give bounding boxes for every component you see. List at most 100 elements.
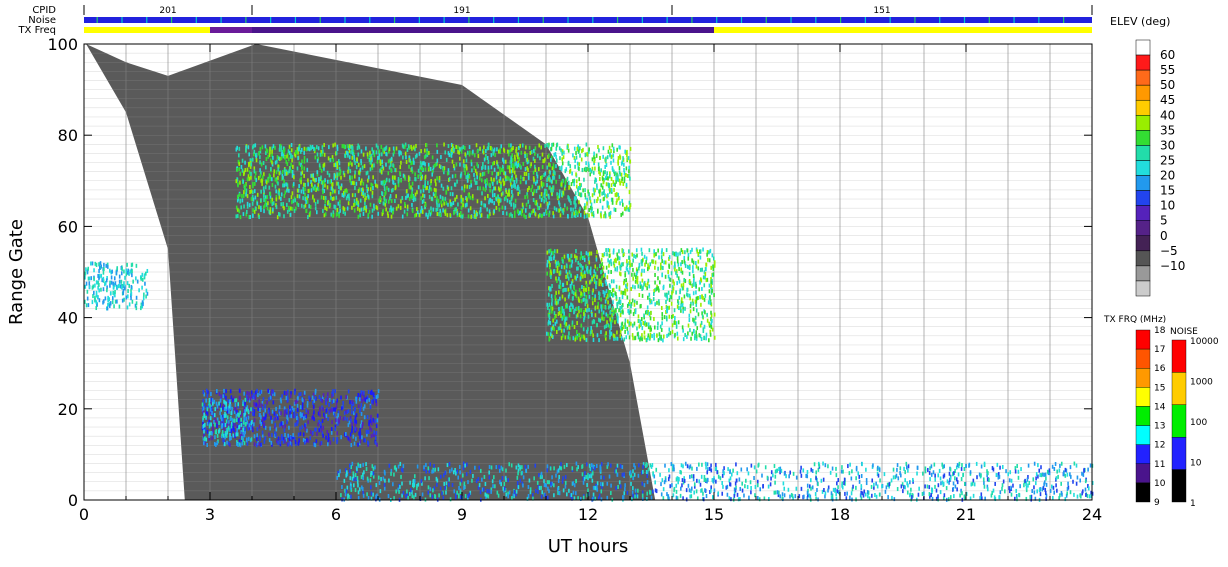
scatter-point — [405, 160, 408, 165]
scatter-point — [360, 411, 363, 416]
scatter-point — [329, 191, 332, 196]
cpid-segment-label: 191 — [453, 6, 470, 16]
scatter-point — [602, 180, 605, 185]
scatter-point — [611, 306, 614, 311]
scatter-point — [250, 407, 252, 412]
scatter-point — [309, 436, 312, 441]
scatter-point — [603, 252, 606, 257]
scatter-point — [561, 294, 564, 299]
scatter-point — [527, 167, 529, 172]
scatter-point — [579, 314, 582, 319]
scatter-point — [612, 300, 614, 305]
range-time-plot: CPIDNoiseTX Freq201 191 151 0 3 6 9 12 15 18 21 24… — [6, 5, 1219, 557]
scatter-point — [409, 480, 411, 485]
scatter-point — [582, 188, 584, 193]
scatter-point — [145, 271, 147, 276]
scatter-point — [235, 214, 238, 219]
scatter-point — [295, 150, 298, 155]
scatter-point — [584, 153, 587, 158]
scatter-point — [587, 286, 590, 291]
scatter-point — [291, 169, 294, 174]
scatter-point — [269, 146, 271, 151]
scatter-point — [566, 264, 568, 269]
scatter-point — [632, 258, 634, 263]
scatter-point — [689, 328, 691, 333]
scatter-point — [370, 160, 372, 165]
scatter-point — [602, 310, 605, 315]
scatter-point — [375, 440, 377, 445]
scatter-point — [295, 399, 298, 404]
scatter-point — [252, 208, 254, 213]
scatter-point — [282, 175, 284, 180]
scatter-point — [939, 476, 942, 481]
scatter-point — [376, 159, 379, 164]
scatter-point — [271, 182, 274, 187]
scatter-point — [815, 470, 818, 475]
scatter-point — [676, 336, 679, 341]
scatter-point — [600, 489, 603, 494]
scatter-point — [444, 209, 446, 214]
scatter-point — [304, 423, 306, 428]
scatter-point — [93, 290, 95, 295]
scatter-point — [631, 272, 633, 277]
scatter-point — [325, 413, 328, 418]
scatter-point — [255, 158, 258, 163]
scatter-point — [298, 392, 300, 397]
scatter-point — [650, 464, 653, 469]
scatter-point — [100, 273, 103, 278]
scatter-point — [467, 214, 470, 219]
scatter-point — [618, 178, 621, 183]
scatter-point — [904, 478, 906, 483]
scatter-point — [331, 408, 333, 413]
scatter-point — [427, 181, 429, 186]
scatter-point — [520, 150, 523, 155]
scatter-point — [621, 309, 624, 314]
scatter-point — [626, 295, 629, 300]
scatter-point — [128, 302, 131, 307]
scatter-point — [526, 157, 529, 162]
scatter-point — [322, 425, 325, 430]
scatter-point — [230, 424, 233, 429]
scatter-point — [555, 164, 557, 169]
scatter-point — [290, 195, 293, 200]
scatter-point — [430, 187, 432, 192]
scatter-point — [269, 174, 272, 179]
scatter-point — [667, 332, 670, 337]
scatter-point — [357, 152, 360, 157]
scatter-point — [555, 276, 557, 281]
scatter-point — [399, 205, 402, 210]
scatter-point — [422, 198, 425, 203]
scatter-point — [473, 172, 475, 177]
scatter-point — [302, 190, 305, 195]
scatter-point — [424, 174, 427, 179]
scatter-point — [346, 144, 349, 149]
scatter-point — [394, 199, 396, 204]
scatter-point — [703, 283, 706, 288]
scatter-point — [88, 281, 91, 286]
scatter-point — [475, 212, 478, 217]
scatter-point — [631, 252, 634, 257]
scatter-point — [338, 190, 340, 195]
scatter-point — [339, 208, 341, 213]
scatter-point — [329, 408, 331, 413]
scatter-point — [456, 179, 458, 184]
scatter-point — [602, 290, 605, 295]
scatter-point — [688, 318, 691, 323]
scatter-point — [488, 489, 490, 494]
scatter-point — [286, 209, 289, 214]
scatter-point — [583, 257, 586, 262]
scatter-point — [407, 175, 410, 180]
scatter-point — [539, 156, 541, 161]
scatter-point — [579, 337, 582, 342]
scatter-point — [270, 440, 273, 445]
scatter-point — [319, 421, 322, 426]
scatter-point — [610, 262, 613, 267]
scatter-point — [425, 212, 427, 217]
scatter-point — [395, 489, 397, 494]
scatter-point — [591, 157, 594, 162]
scatter-point — [250, 175, 252, 180]
scatter-point — [346, 206, 349, 211]
scatter-point — [447, 202, 449, 207]
scatter-point — [553, 493, 555, 498]
scatter-point — [890, 478, 893, 483]
